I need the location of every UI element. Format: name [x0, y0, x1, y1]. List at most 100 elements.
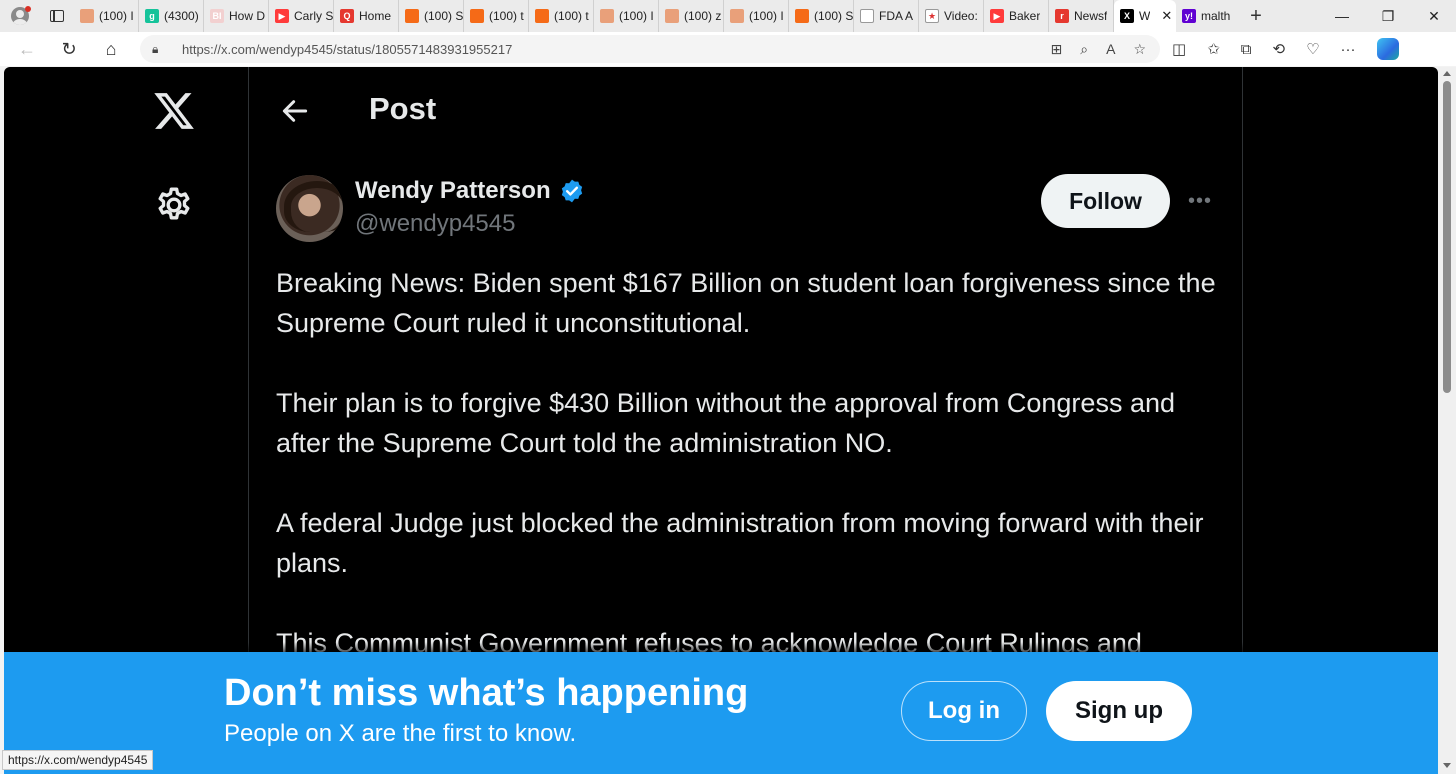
tab-item[interactable]: BI How D	[204, 0, 269, 32]
tab-label: FDA A	[879, 9, 914, 23]
page-scrollbar[interactable]	[1438, 67, 1456, 774]
tweet-paragraph: Breaking News: Biden spent $167 Billion …	[276, 268, 1216, 338]
tab-label: (4300)	[164, 9, 199, 23]
tab-item[interactable]: g (4300)	[139, 0, 204, 32]
tweet-paragraph: A federal Judge just blocked the adminis…	[276, 508, 1204, 578]
tab-item[interactable]: (100) z	[659, 0, 724, 32]
tab-favicon-icon	[80, 9, 94, 23]
web-page: Post Wendy Patterson @wendyp4545 Follow …	[4, 67, 1438, 774]
home-button[interactable]: ⌂	[94, 34, 128, 64]
tab-favicon-icon	[795, 9, 809, 23]
settings-gear-icon[interactable]	[154, 185, 194, 225]
tab-label: (100) I	[619, 9, 654, 23]
tab-favicon-icon: ▶	[275, 9, 289, 23]
tab-favicon-icon: g	[145, 9, 159, 23]
tab-item[interactable]: Q Home	[334, 0, 399, 32]
x-favicon-icon: X	[1120, 9, 1134, 23]
tab-label: Newsf	[1074, 9, 1108, 23]
browser-tools: ◫ ✩ ⧉ ⟲ ♡ ···	[1172, 32, 1399, 66]
scroll-up-arrow-icon[interactable]	[1443, 71, 1451, 76]
tab-item[interactable]: r Newsf	[1049, 0, 1114, 32]
page-title: Post	[369, 91, 437, 126]
tab-close-icon[interactable]: ✕	[1161, 8, 1172, 24]
tab-actions-icon	[50, 10, 64, 22]
tweet-paragraph: Their plan is to forgive $430 Billion wi…	[276, 388, 1175, 458]
tab-item[interactable]: (100) I	[74, 0, 139, 32]
tab-item[interactable]: (100) t	[464, 0, 529, 32]
tab-favicon-icon	[470, 9, 484, 23]
collections-icon[interactable]: ⧉	[1241, 41, 1252, 58]
browser-essentials-icon[interactable]: ♡	[1306, 40, 1319, 58]
tab-label: Carly S	[294, 9, 333, 23]
tab-favicon-icon	[600, 9, 614, 23]
tab-item[interactable]: ▶ Baker	[984, 0, 1049, 32]
tab-label: (100) t	[489, 9, 524, 23]
banner-title: Don’t miss what’s happening	[224, 672, 749, 714]
minimize-button[interactable]: —	[1320, 0, 1364, 32]
restore-button[interactable]: ❐	[1366, 0, 1410, 32]
refresh-button[interactable]: ↻	[52, 34, 86, 64]
favorites-icon[interactable]: ✩	[1207, 40, 1220, 58]
tab-favicon-icon: ▶	[990, 9, 1004, 23]
tab-item[interactable]: (100) S	[399, 0, 464, 32]
tab-favicon-icon: ★	[925, 9, 939, 23]
split-screen-icon[interactable]: ◫	[1172, 40, 1186, 58]
signup-banner: Don’t miss what’s happening People on X …	[4, 652, 1438, 774]
tab-favicon-icon	[405, 9, 419, 23]
avatar[interactable]	[276, 175, 343, 242]
tab-item[interactable]: FDA A	[854, 0, 919, 32]
settings-more-icon[interactable]: ···	[1341, 41, 1356, 58]
login-button[interactable]: Log in	[901, 681, 1027, 741]
tweet-text: Breaking News: Biden spent $167 Billion …	[276, 263, 1221, 703]
tab-yahoo[interactable]: y! malth	[1176, 0, 1241, 32]
tab-item[interactable]: (100) S	[789, 0, 854, 32]
tab-label: (100) I	[99, 9, 134, 23]
tab-item[interactable]: (100) t	[529, 0, 594, 32]
tab-actions-button[interactable]	[40, 0, 74, 32]
close-window-button[interactable]: ✕	[1412, 0, 1456, 32]
tab-item[interactable]: ★ Video:	[919, 0, 984, 32]
tab-item[interactable]: ▶ Carly S	[269, 0, 334, 32]
back-arrow-icon[interactable]	[279, 95, 311, 127]
lock-icon[interactable]: 🔒︎	[152, 42, 174, 57]
tab-favicon-icon	[535, 9, 549, 23]
author-handle[interactable]: @wendyp4545	[355, 210, 515, 238]
copilot-icon[interactable]	[1376, 38, 1399, 60]
x-logo-icon[interactable]	[152, 89, 196, 133]
address-bar[interactable]: 🔒︎ https://x.com/wendyp4545/status/18055…	[140, 35, 1160, 63]
more-options-icon[interactable]: •••	[1185, 187, 1215, 215]
tab-label: (100) z	[684, 9, 722, 23]
author-name-row[interactable]: Wendy Patterson	[355, 177, 585, 205]
favorite-star-icon[interactable]: ☆	[1133, 41, 1146, 58]
read-aloud-icon[interactable]: A	[1106, 41, 1115, 57]
tab-item[interactable]: (100) I	[724, 0, 789, 32]
tab-favicon-icon	[665, 9, 679, 23]
new-tab-button[interactable]: +	[1241, 5, 1271, 28]
tab-label: (100) S	[424, 9, 463, 23]
scroll-down-arrow-icon[interactable]	[1443, 763, 1451, 768]
tab-active-x[interactable]: X W ✕	[1114, 0, 1176, 32]
tab-favicon-icon: Q	[340, 9, 354, 23]
yahoo-favicon-icon: y!	[1182, 9, 1196, 23]
follow-button[interactable]: Follow	[1041, 174, 1170, 228]
back-button[interactable]: ←	[10, 34, 44, 64]
zoom-icon[interactable]: ⌕	[1080, 41, 1088, 58]
tab-label: W	[1139, 9, 1151, 23]
tab-label: Baker	[1009, 9, 1041, 23]
tab-item[interactable]: (100) I	[594, 0, 659, 32]
history-icon[interactable]: ⟲	[1272, 40, 1285, 58]
tab-label: Home	[359, 9, 392, 23]
profile-button[interactable]	[0, 0, 40, 32]
tab-label: (100) t	[554, 9, 589, 23]
signup-button[interactable]: Sign up	[1046, 681, 1192, 741]
app-available-icon[interactable]: ⊞	[1051, 41, 1063, 58]
author-name[interactable]: Wendy Patterson	[355, 177, 551, 205]
browser-tab-bar: (100) I g (4300) BI How D ▶ Carly S Q Home (100) …	[0, 0, 1456, 32]
notification-dot	[25, 6, 31, 12]
verified-badge-icon[interactable]	[559, 178, 585, 204]
url-text[interactable]: https://x.com/wendyp4545/status/18055714…	[182, 42, 512, 57]
status-bar-url: https://x.com/wendyp4545	[2, 750, 154, 770]
scrollbar-thumb[interactable]	[1443, 81, 1451, 393]
tab-favicon-icon: BI	[210, 9, 224, 23]
tab-label: (100) S	[814, 9, 853, 23]
